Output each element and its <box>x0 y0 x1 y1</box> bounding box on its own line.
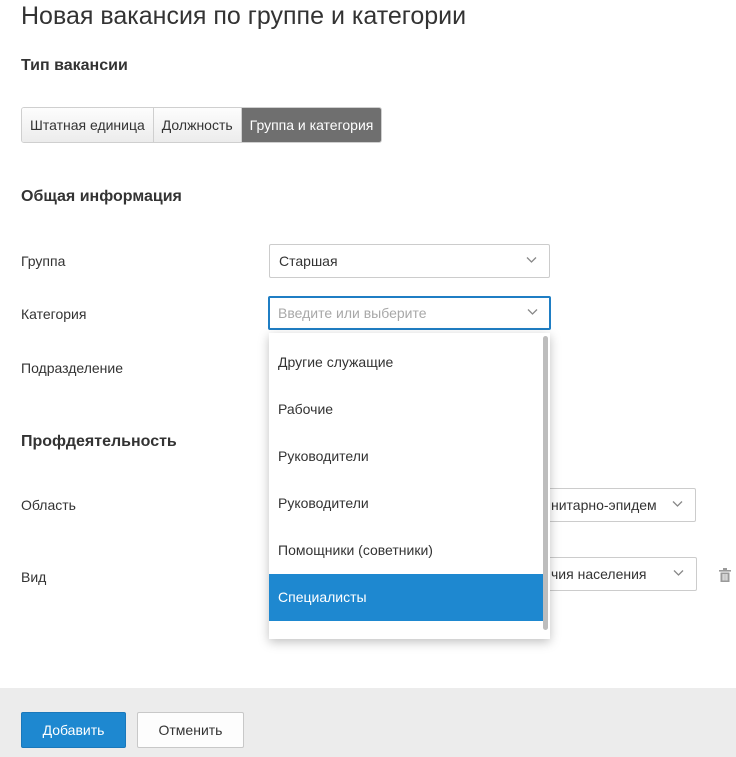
chevron-down-icon <box>526 257 537 263</box>
category-label: Категория <box>21 306 87 322</box>
chevron-down-icon <box>527 309 538 315</box>
group-select-value: Старшая <box>279 253 338 269</box>
area-label: Область <box>21 497 76 513</box>
vacancy-type-heading: Тип вакансии <box>21 57 128 74</box>
page-title: Новая вакансия по группе и категории <box>21 2 467 30</box>
chevron-down-icon <box>672 501 683 507</box>
category-option-selected[interactable]: Специалисты <box>269 574 543 621</box>
department-label: Подразделение <box>21 360 124 376</box>
category-option[interactable]: Руководители <box>269 480 543 527</box>
category-option[interactable]: Рабочие <box>269 386 543 433</box>
chevron-down-icon <box>673 570 684 576</box>
group-select[interactable]: Старшая <box>269 244 550 278</box>
activity-heading: Профдеятельность <box>21 433 177 450</box>
area-select[interactable]: нитарно-эпидем <box>530 488 696 522</box>
trash-icon[interactable] <box>719 568 731 582</box>
category-option[interactable]: Помощники (советники) <box>269 527 543 574</box>
kind-label: Вид <box>21 569 47 585</box>
vacancy-type-segmented-control: Штатная единица Должность Группа и катег… <box>21 107 383 143</box>
general-info-heading: Общая информация <box>21 188 182 205</box>
cancel-button[interactable]: Отменить <box>137 712 244 748</box>
category-dropdown-list: Другие служащие Рабочие Руководители Рук… <box>269 333 550 639</box>
group-label: Группа <box>21 253 66 269</box>
vacancy-type-option-position[interactable]: Должность <box>153 108 242 142</box>
category-option[interactable]: Другие служащие <box>269 339 543 386</box>
kind-select[interactable]: чия населения <box>530 557 697 591</box>
kind-select-value: чия населения <box>551 566 647 582</box>
area-select-value: нитарно-эпидем <box>551 497 657 513</box>
dropdown-scrollbar[interactable] <box>543 336 548 630</box>
vacancy-type-option-group-category[interactable]: Группа и категория <box>241 108 382 142</box>
add-button[interactable]: Добавить <box>21 712 126 748</box>
category-option[interactable]: Руководители <box>269 433 543 480</box>
category-placeholder: Введите или выберите <box>278 305 427 321</box>
vacancy-type-option-staff-unit[interactable]: Штатная единица <box>22 108 154 142</box>
category-combobox[interactable]: Введите или выберите <box>268 296 551 330</box>
